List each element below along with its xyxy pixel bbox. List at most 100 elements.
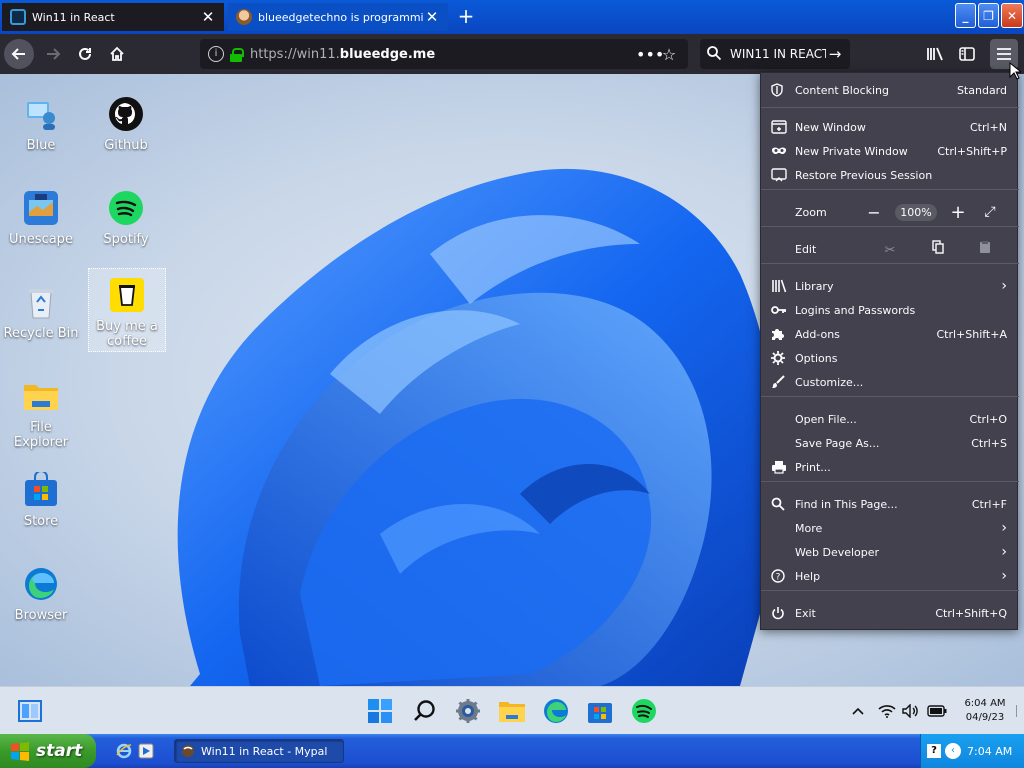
menu-item-more[interactable]: More › xyxy=(761,516,1019,540)
paste-clipboard-icon[interactable] xyxy=(963,240,1007,258)
menu-item-content-blocking[interactable]: Content Blocking Standard xyxy=(761,78,1019,102)
copy-icon[interactable] xyxy=(916,240,960,258)
new-tab-plus-icon[interactable]: + xyxy=(454,4,478,28)
zoom-in-plus-icon[interactable]: + xyxy=(943,202,973,223)
menu-item-new-window[interactable]: New Window Ctrl+N xyxy=(761,115,1019,139)
library-icon[interactable] xyxy=(920,39,950,69)
search-go-arrow-icon[interactable]: → xyxy=(826,45,844,63)
menu-item-print[interactable]: Print... xyxy=(761,455,1019,479)
menu-item-logins-passwords[interactable]: Logins and Passwords xyxy=(761,298,1019,322)
help-icon[interactable]: ? xyxy=(927,744,941,758)
close-window-button[interactable]: ✕ xyxy=(1001,3,1023,28)
page-actions-dots-icon[interactable]: ••• xyxy=(636,45,664,64)
win11-favicon-icon xyxy=(10,9,26,25)
spotify-icon[interactable] xyxy=(630,697,658,725)
site-info-icon[interactable]: i xyxy=(208,46,224,62)
private-mask-icon xyxy=(771,146,795,156)
menu-item-new-private-window[interactable]: New Private Window Ctrl+Shift+P xyxy=(761,139,1019,163)
widgets-icon[interactable] xyxy=(16,697,44,725)
desktop-icon-label: Recycle Bin xyxy=(3,326,79,341)
menu-item-label: Save Page As... xyxy=(795,436,880,450)
menu-item-zoom: Zoom − 100% + ⤢ xyxy=(761,200,1019,224)
show-hidden-icons-chevron-icon[interactable]: ‹ xyxy=(945,743,961,759)
menu-item-exit[interactable]: Exit Ctrl+Shift+Q xyxy=(761,601,1019,625)
menu-divider xyxy=(761,396,1019,397)
menu-item-library[interactable]: Library › xyxy=(761,274,1019,298)
desktop-icon-label: Browser xyxy=(14,608,68,623)
store-bag-icon[interactable] xyxy=(586,697,614,725)
forward-arrow-icon[interactable] xyxy=(38,39,68,69)
menu-item-restore-session[interactable]: Restore Previous Session xyxy=(761,163,1019,187)
search-icon[interactable] xyxy=(411,697,439,725)
fullscreen-expand-icon[interactable]: ⤢ xyxy=(973,204,1007,220)
menu-item-customize[interactable]: Customize... xyxy=(761,370,1019,394)
search-input[interactable]: WIN11 IN REACT xyxy=(730,47,826,61)
zoom-reset-button[interactable]: 100% xyxy=(895,203,937,221)
new-window-icon xyxy=(771,120,795,134)
win11-clock[interactable]: 6:04 AM 04/9/23 xyxy=(958,697,1012,725)
win11-time: 6:04 AM xyxy=(964,698,1006,709)
desktop-icon-spotify[interactable]: Spotify xyxy=(87,188,165,247)
volume-icon[interactable] xyxy=(900,697,922,725)
edit-controls: ✂ xyxy=(868,240,1007,258)
wifi-icon[interactable] xyxy=(876,697,898,725)
desktop-icon-buy-me-a-coffee[interactable]: Buy me a coffee xyxy=(88,268,166,352)
chevron-up-icon[interactable] xyxy=(846,697,870,725)
desktop-icon-github[interactable]: Github xyxy=(87,94,165,153)
url-text[interactable]: https://win11.blueedge.me xyxy=(250,47,636,62)
search-bar[interactable]: WIN11 IN REACT → xyxy=(700,39,850,69)
store-bag-icon xyxy=(21,470,61,510)
printer-icon xyxy=(771,460,795,474)
bookmark-star-icon[interactable]: ☆ xyxy=(658,45,680,64)
internet-explorer-quicklaunch-icon[interactable] xyxy=(116,743,132,763)
desktop-icon-label: Buy me a coffee xyxy=(96,319,158,349)
xp-clock[interactable]: 7:04 AM xyxy=(967,745,1012,758)
menu-item-options[interactable]: Options xyxy=(761,346,1019,370)
menu-item-help[interactable]: ? Help › xyxy=(761,564,1019,588)
github-icon xyxy=(106,94,146,134)
minimize-window-button[interactable]: _ xyxy=(955,3,976,28)
close-tab-icon[interactable]: ✕ xyxy=(200,9,216,25)
secure-lock-icon[interactable] xyxy=(230,47,244,62)
shortcut-label: Ctrl+N xyxy=(969,120,1007,134)
taskbar-window-button[interactable]: Win11 in React - Mypal xyxy=(174,739,344,763)
desktop-icon-blue[interactable]: Blue xyxy=(2,94,80,153)
desktop-icon-browser[interactable]: Browser xyxy=(2,564,80,623)
start-button[interactable]: start xyxy=(0,734,96,768)
battery-icon[interactable] xyxy=(924,697,950,725)
file-explorer-folder-icon[interactable] xyxy=(498,697,526,725)
menu-divider xyxy=(761,481,1019,482)
menu-item-open-file[interactable]: Open File... Ctrl+O xyxy=(761,407,1019,431)
desktop-icon-file-explorer[interactable]: File Explorer xyxy=(2,376,80,450)
tab-win11-in-react[interactable]: Win11 in React ✕ xyxy=(2,3,224,31)
media-player-quicklaunch-icon[interactable] xyxy=(138,743,154,763)
windows-start-icon[interactable] xyxy=(366,697,394,725)
settings-gear-icon[interactable] xyxy=(454,697,482,725)
tab-blueedgetechno[interactable]: blueedgetechno is programming a ✕ xyxy=(228,3,448,31)
menu-item-find-in-page[interactable]: Find in This Page... Ctrl+F xyxy=(761,492,1019,516)
restore-window-button[interactable]: ❐ xyxy=(978,3,999,28)
desktop-icon-unescape[interactable]: Unescape xyxy=(2,188,80,247)
library-icon xyxy=(771,279,795,293)
cut-scissors-icon[interactable]: ✂ xyxy=(868,243,912,258)
menu-item-label: New Private Window xyxy=(795,144,908,158)
close-tab-icon[interactable]: ✕ xyxy=(424,9,440,25)
menu-divider xyxy=(761,226,1019,227)
desktop-icon-store[interactable]: Store xyxy=(2,470,80,529)
menu-item-save-page-as[interactable]: Save Page As... Ctrl+S xyxy=(761,431,1019,455)
tab-label: Win11 in React xyxy=(32,10,115,24)
edge-browser-icon[interactable] xyxy=(542,697,570,725)
menu-item-add-ons[interactable]: Add-ons Ctrl+Shift+A xyxy=(761,322,1019,346)
address-bar[interactable]: i https://win11.blueedge.me ••• ☆ xyxy=(200,39,688,69)
back-arrow-icon[interactable] xyxy=(4,39,34,69)
sidebar-toggle-icon[interactable] xyxy=(952,39,982,69)
desktop-icon-recycle-bin[interactable]: Recycle Bin xyxy=(2,282,80,341)
zoom-out-minus-icon[interactable]: − xyxy=(859,203,889,222)
menu-item-web-developer[interactable]: Web Developer › xyxy=(761,540,1019,564)
menu-item-label: Print... xyxy=(795,460,831,474)
home-icon[interactable] xyxy=(102,39,132,69)
reload-icon[interactable] xyxy=(70,39,100,69)
show-desktop-button[interactable] xyxy=(1016,705,1019,717)
menu-item-label: Help xyxy=(795,569,821,583)
avatar-favicon-icon xyxy=(236,9,252,25)
